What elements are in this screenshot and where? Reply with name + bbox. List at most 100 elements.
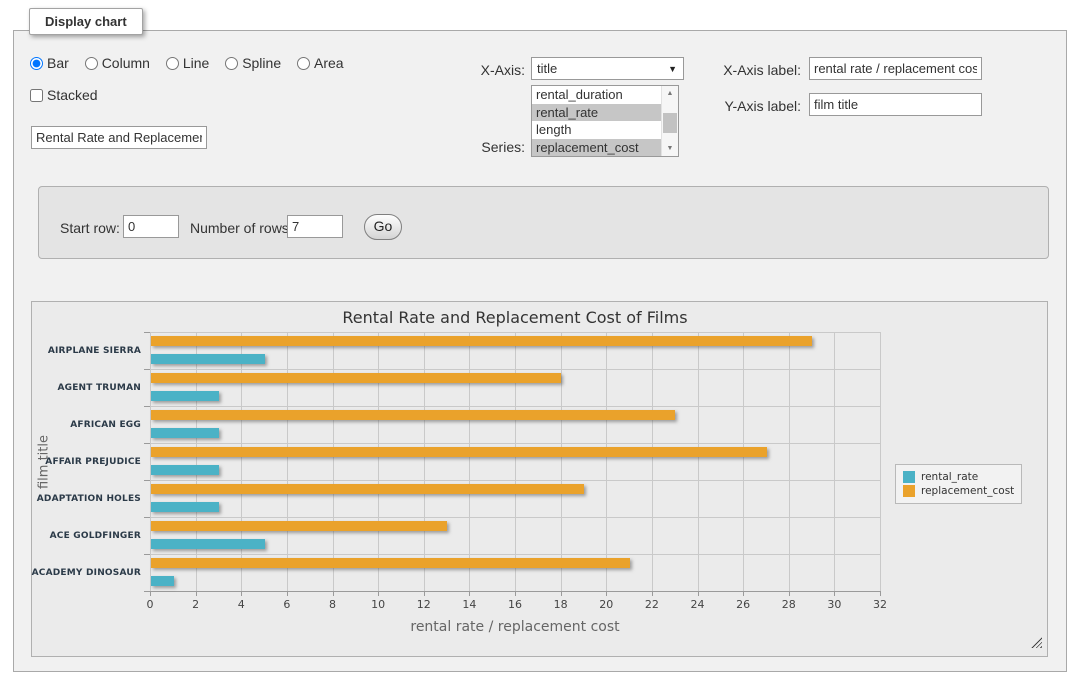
bar-replacement_cost	[151, 558, 630, 568]
radio-bar[interactable]: Bar	[30, 55, 69, 71]
radio-line[interactable]: Line	[166, 55, 209, 71]
bar-replacement_cost	[151, 336, 812, 346]
bar-rental_rate	[151, 502, 219, 512]
radio-spline-input[interactable]	[225, 57, 238, 70]
series-option-length[interactable]: length	[532, 121, 678, 139]
radio-line-input[interactable]	[166, 57, 179, 70]
category-label: ACADEMY DINOSAUR	[32, 554, 141, 591]
legend-label: rental_rate	[921, 471, 978, 483]
x-axis-selected-value: title	[537, 61, 557, 76]
x-axis-label-input[interactable]	[809, 57, 982, 80]
series-option-replacement-cost[interactable]: replacement_cost	[532, 139, 678, 157]
display-chart-fieldset: Display chart Bar Column Line Spline Are…	[13, 30, 1067, 672]
gridline-vertical	[150, 332, 151, 591]
gridline-horizontal	[150, 369, 880, 370]
x-axis-tick-label: 20	[591, 598, 621, 611]
legend-item-replacement_cost[interactable]: replacement_cost	[903, 485, 1014, 497]
row-range-panel: Start row: Number of rows: Go	[38, 186, 1049, 259]
gridline-vertical	[789, 332, 790, 591]
x-axis-tick-label: 22	[637, 598, 667, 611]
gridline-vertical	[652, 332, 653, 591]
chart-container: 02468101214161820222426283032AIRPLANE SI…	[31, 301, 1048, 657]
go-button[interactable]: Go	[364, 214, 402, 240]
x-axis-tick-label: 32	[865, 598, 895, 611]
bar-replacement_cost	[151, 521, 447, 531]
series-listbox[interactable]: rental_duration rental_rate length repla…	[531, 85, 679, 157]
chart-title: Rental Rate and Replacement Cost of Film…	[150, 308, 880, 327]
x-axis-tick-label: 12	[409, 598, 439, 611]
x-axis-tick-label: 4	[226, 598, 256, 611]
radio-column[interactable]: Column	[85, 55, 150, 71]
y-axis-tick	[144, 369, 150, 370]
chevron-down-icon: ▼	[668, 58, 677, 81]
bar-rental_rate	[151, 354, 265, 364]
x-axis-tick	[880, 591, 881, 596]
x-axis-tick-label: 30	[819, 598, 849, 611]
radio-column-label: Column	[102, 55, 150, 71]
scroll-up-icon[interactable]: ▲	[662, 86, 678, 101]
legend-item-rental_rate[interactable]: rental_rate	[903, 471, 1014, 483]
series-option-rental-duration[interactable]: rental_duration	[532, 86, 678, 104]
bar-replacement_cost	[151, 410, 675, 420]
fieldset-legend: Display chart	[29, 8, 143, 35]
radio-area[interactable]: Area	[297, 55, 344, 71]
y-axis-tick	[144, 554, 150, 555]
x-axis-tick-label: 16	[500, 598, 530, 611]
gridline-vertical	[834, 332, 835, 591]
listbox-scrollbar[interactable]: ▲ ▼	[661, 86, 678, 156]
bar-rental_rate	[151, 391, 219, 401]
chart-legend: rental_rate replacement_cost	[895, 464, 1022, 504]
radio-area-input[interactable]	[297, 57, 310, 70]
start-row-label: Start row:	[60, 220, 120, 236]
y-axis-tick	[144, 443, 150, 444]
legend-label: replacement_cost	[921, 485, 1014, 497]
num-rows-input[interactable]	[287, 215, 343, 238]
radio-area-label: Area	[314, 55, 344, 71]
x-axis-tick-label: 14	[454, 598, 484, 611]
gridline-horizontal	[150, 332, 880, 333]
radio-spline-label: Spline	[242, 55, 281, 71]
y-axis-tick	[144, 480, 150, 481]
bar-replacement_cost	[151, 373, 561, 383]
stacked-checkbox-label[interactable]: Stacked	[30, 87, 98, 103]
gridline-vertical	[515, 332, 516, 591]
x-axis-tick-label: 24	[683, 598, 713, 611]
series-option-rental-rate[interactable]: rental_rate	[532, 104, 678, 122]
start-row-input[interactable]	[123, 215, 179, 238]
chart-title-input[interactable]	[31, 126, 207, 149]
stacked-row: Stacked	[30, 87, 98, 103]
num-rows-label: Number of rows:	[190, 220, 293, 236]
bar-replacement_cost	[151, 447, 767, 457]
bar-rental_rate	[151, 428, 219, 438]
gridline-vertical	[333, 332, 334, 591]
gridline-horizontal	[150, 480, 880, 481]
radio-bar-input[interactable]	[30, 57, 43, 70]
gridline-vertical	[698, 332, 699, 591]
stacked-checkbox[interactable]	[30, 89, 43, 102]
x-axis-tick-label: 0	[135, 598, 165, 611]
x-axis-select[interactable]: title ▼	[531, 57, 684, 80]
resize-handle-icon[interactable]	[1031, 637, 1042, 648]
gridline-vertical	[378, 332, 379, 591]
bar-rental_rate	[151, 465, 219, 475]
radio-bar-label: Bar	[47, 55, 69, 71]
x-axis-field-label: X-Axis label:	[714, 62, 801, 78]
radio-spline[interactable]: Spline	[225, 55, 281, 71]
y-axis-tick	[144, 517, 150, 518]
scrollbar-thumb[interactable]	[663, 113, 677, 133]
category-label: AGENT TRUMAN	[32, 369, 141, 406]
gridline-horizontal	[150, 554, 880, 555]
scroll-down-icon[interactable]: ▼	[662, 141, 678, 156]
gridline-horizontal	[150, 406, 880, 407]
y-axis-label-input[interactable]	[809, 93, 982, 116]
x-axis-label: X-Axis:	[454, 62, 525, 78]
x-axis-tick-label: 18	[546, 598, 576, 611]
bar-rental_rate	[151, 539, 265, 549]
gridline-vertical	[196, 332, 197, 591]
bar-replacement_cost	[151, 484, 584, 494]
x-axis-line	[150, 591, 880, 592]
gridline-vertical	[880, 332, 881, 591]
gridline-vertical	[287, 332, 288, 591]
radio-column-input[interactable]	[85, 57, 98, 70]
category-label: AIRPLANE SIERRA	[32, 332, 141, 369]
